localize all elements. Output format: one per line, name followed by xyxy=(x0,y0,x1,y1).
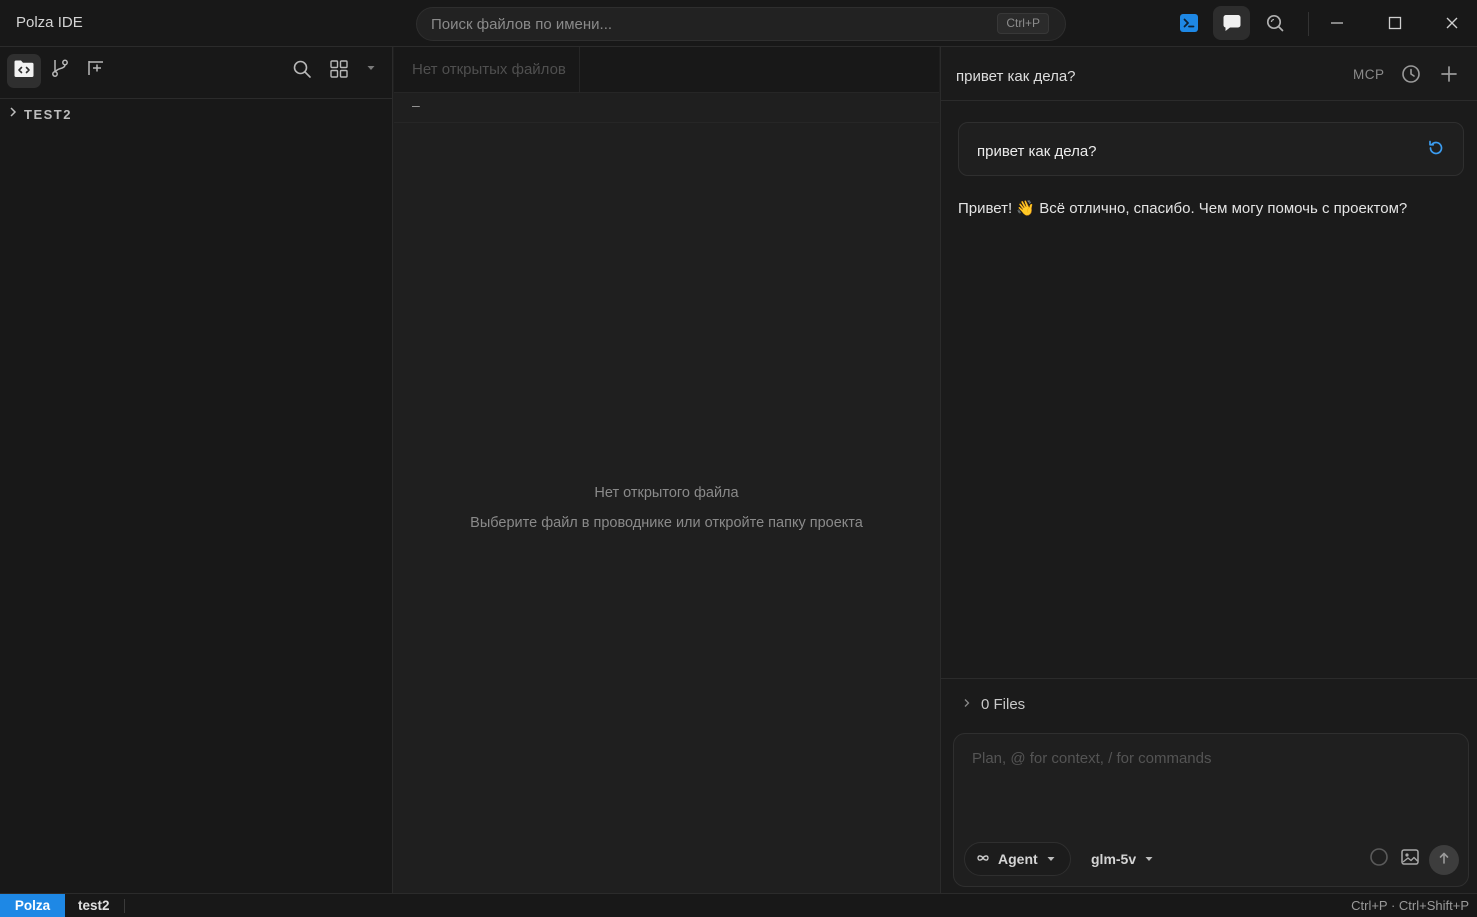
sidebar-toolbar xyxy=(0,47,393,99)
files-divider xyxy=(941,678,1477,679)
close-icon xyxy=(1445,16,1459,30)
search-icon xyxy=(292,59,312,84)
new-file-button[interactable] xyxy=(81,55,111,85)
chat-bubble-icon xyxy=(1222,13,1242,33)
new-file-icon xyxy=(86,58,106,83)
window-maximize-button[interactable] xyxy=(1380,8,1410,38)
agent-mode-selector[interactable]: Agent xyxy=(964,842,1071,876)
app-title: Polza IDE xyxy=(16,14,83,31)
search-icon xyxy=(1265,13,1285,33)
grid-icon xyxy=(329,59,349,84)
chat-toggle-button[interactable] xyxy=(1213,6,1250,40)
model-label: glm-5v xyxy=(1091,851,1137,867)
tree-root-folder[interactable]: TEST2 xyxy=(8,104,72,124)
agent-mode-label: Agent xyxy=(998,851,1038,867)
editor-area: Нет открытых файлов – Нет открытого файл… xyxy=(394,47,939,893)
attach-image-button[interactable] xyxy=(1399,848,1421,870)
file-search-box[interactable]: Ctrl+P xyxy=(416,7,1066,41)
plus-icon xyxy=(1440,65,1458,88)
caret-down-icon xyxy=(366,59,376,77)
tree-root-label: TEST2 xyxy=(24,106,72,122)
chevron-right-icon xyxy=(963,695,971,713)
source-control-button[interactable] xyxy=(45,55,75,85)
no-open-files-tab: Нет открытых файлов xyxy=(394,47,580,93)
progress-ring-icon xyxy=(1369,847,1389,872)
assistant-message: Привет! 👋 Всё отлично, спасибо. Чем могу… xyxy=(958,200,1408,217)
maximize-icon xyxy=(1388,16,1402,30)
caret-down-icon xyxy=(1144,850,1154,868)
mcp-button[interactable]: MCP xyxy=(1353,67,1385,82)
chevron-right-icon xyxy=(8,105,18,123)
status-shortcuts: Ctrl+P · Ctrl+Shift+P xyxy=(1351,898,1469,913)
status-bar: Polza test2 Ctrl+P · Ctrl+Shift+P xyxy=(0,893,1477,917)
chat-input[interactable] xyxy=(972,750,1452,830)
breadcrumb: – xyxy=(394,93,939,123)
empty-editor-subtitle: Выберите файл в проводнике или откройте … xyxy=(470,515,863,531)
app-window: Polza IDE Ctrl+P xyxy=(0,0,1477,917)
titlebar-divider xyxy=(1308,12,1309,36)
terminal-toggle-button[interactable] xyxy=(1176,10,1202,36)
global-search-button[interactable] xyxy=(1260,8,1290,38)
context-usage-indicator[interactable] xyxy=(1368,847,1390,872)
caret-down-icon xyxy=(1046,850,1056,868)
user-message[interactable]: привет как дела? xyxy=(958,122,1464,176)
layout-grid-button[interactable] xyxy=(324,56,354,86)
infinity-icon xyxy=(976,850,990,868)
arrow-up-icon xyxy=(1437,851,1451,870)
title-bar: Polza IDE Ctrl+P xyxy=(0,0,1477,47)
sidebar: TEST2 xyxy=(0,47,393,893)
window-close-button[interactable] xyxy=(1437,8,1467,38)
explorer-icon xyxy=(13,59,35,84)
send-button[interactable] xyxy=(1429,845,1459,875)
explorer-view-button[interactable] xyxy=(7,54,41,88)
sidebar-search-button[interactable] xyxy=(287,56,317,86)
retry-icon[interactable] xyxy=(1425,137,1447,159)
layout-dropdown-button[interactable] xyxy=(362,59,380,77)
search-shortcut-hint: Ctrl+P xyxy=(997,13,1049,34)
empty-editor-title: Нет открытого файла xyxy=(594,485,739,501)
file-search-input[interactable] xyxy=(431,8,991,40)
user-message-text: привет как дела? xyxy=(977,143,1097,160)
editor-tab-bar: Нет открытых файлов xyxy=(394,47,939,93)
clock-icon xyxy=(1401,64,1421,89)
status-project[interactable]: test2 xyxy=(78,894,110,917)
chat-title: привет как дела? xyxy=(956,68,1076,85)
model-selector[interactable]: glm-5v xyxy=(1091,842,1154,876)
image-icon xyxy=(1400,848,1420,871)
status-brand[interactable]: Polza xyxy=(0,894,65,917)
context-files-toggle[interactable]: 0 Files xyxy=(963,695,1025,713)
minimize-icon xyxy=(1330,16,1344,30)
files-count-label: 0 Files xyxy=(981,695,1026,713)
breadcrumb-text: – xyxy=(412,97,420,113)
window-minimize-button[interactable] xyxy=(1322,8,1352,38)
git-branch-icon xyxy=(50,58,70,83)
status-divider xyxy=(124,899,125,913)
chat-header: привет как дела? MCP xyxy=(941,47,1477,101)
chat-composer: Agent glm-5v xyxy=(953,733,1469,887)
chat-history-button[interactable] xyxy=(1398,63,1424,89)
chat-panel: привет как дела? MCP привет как дела? Пр… xyxy=(940,47,1477,893)
terminal-icon xyxy=(1180,14,1198,32)
new-chat-button[interactable] xyxy=(1436,63,1462,89)
